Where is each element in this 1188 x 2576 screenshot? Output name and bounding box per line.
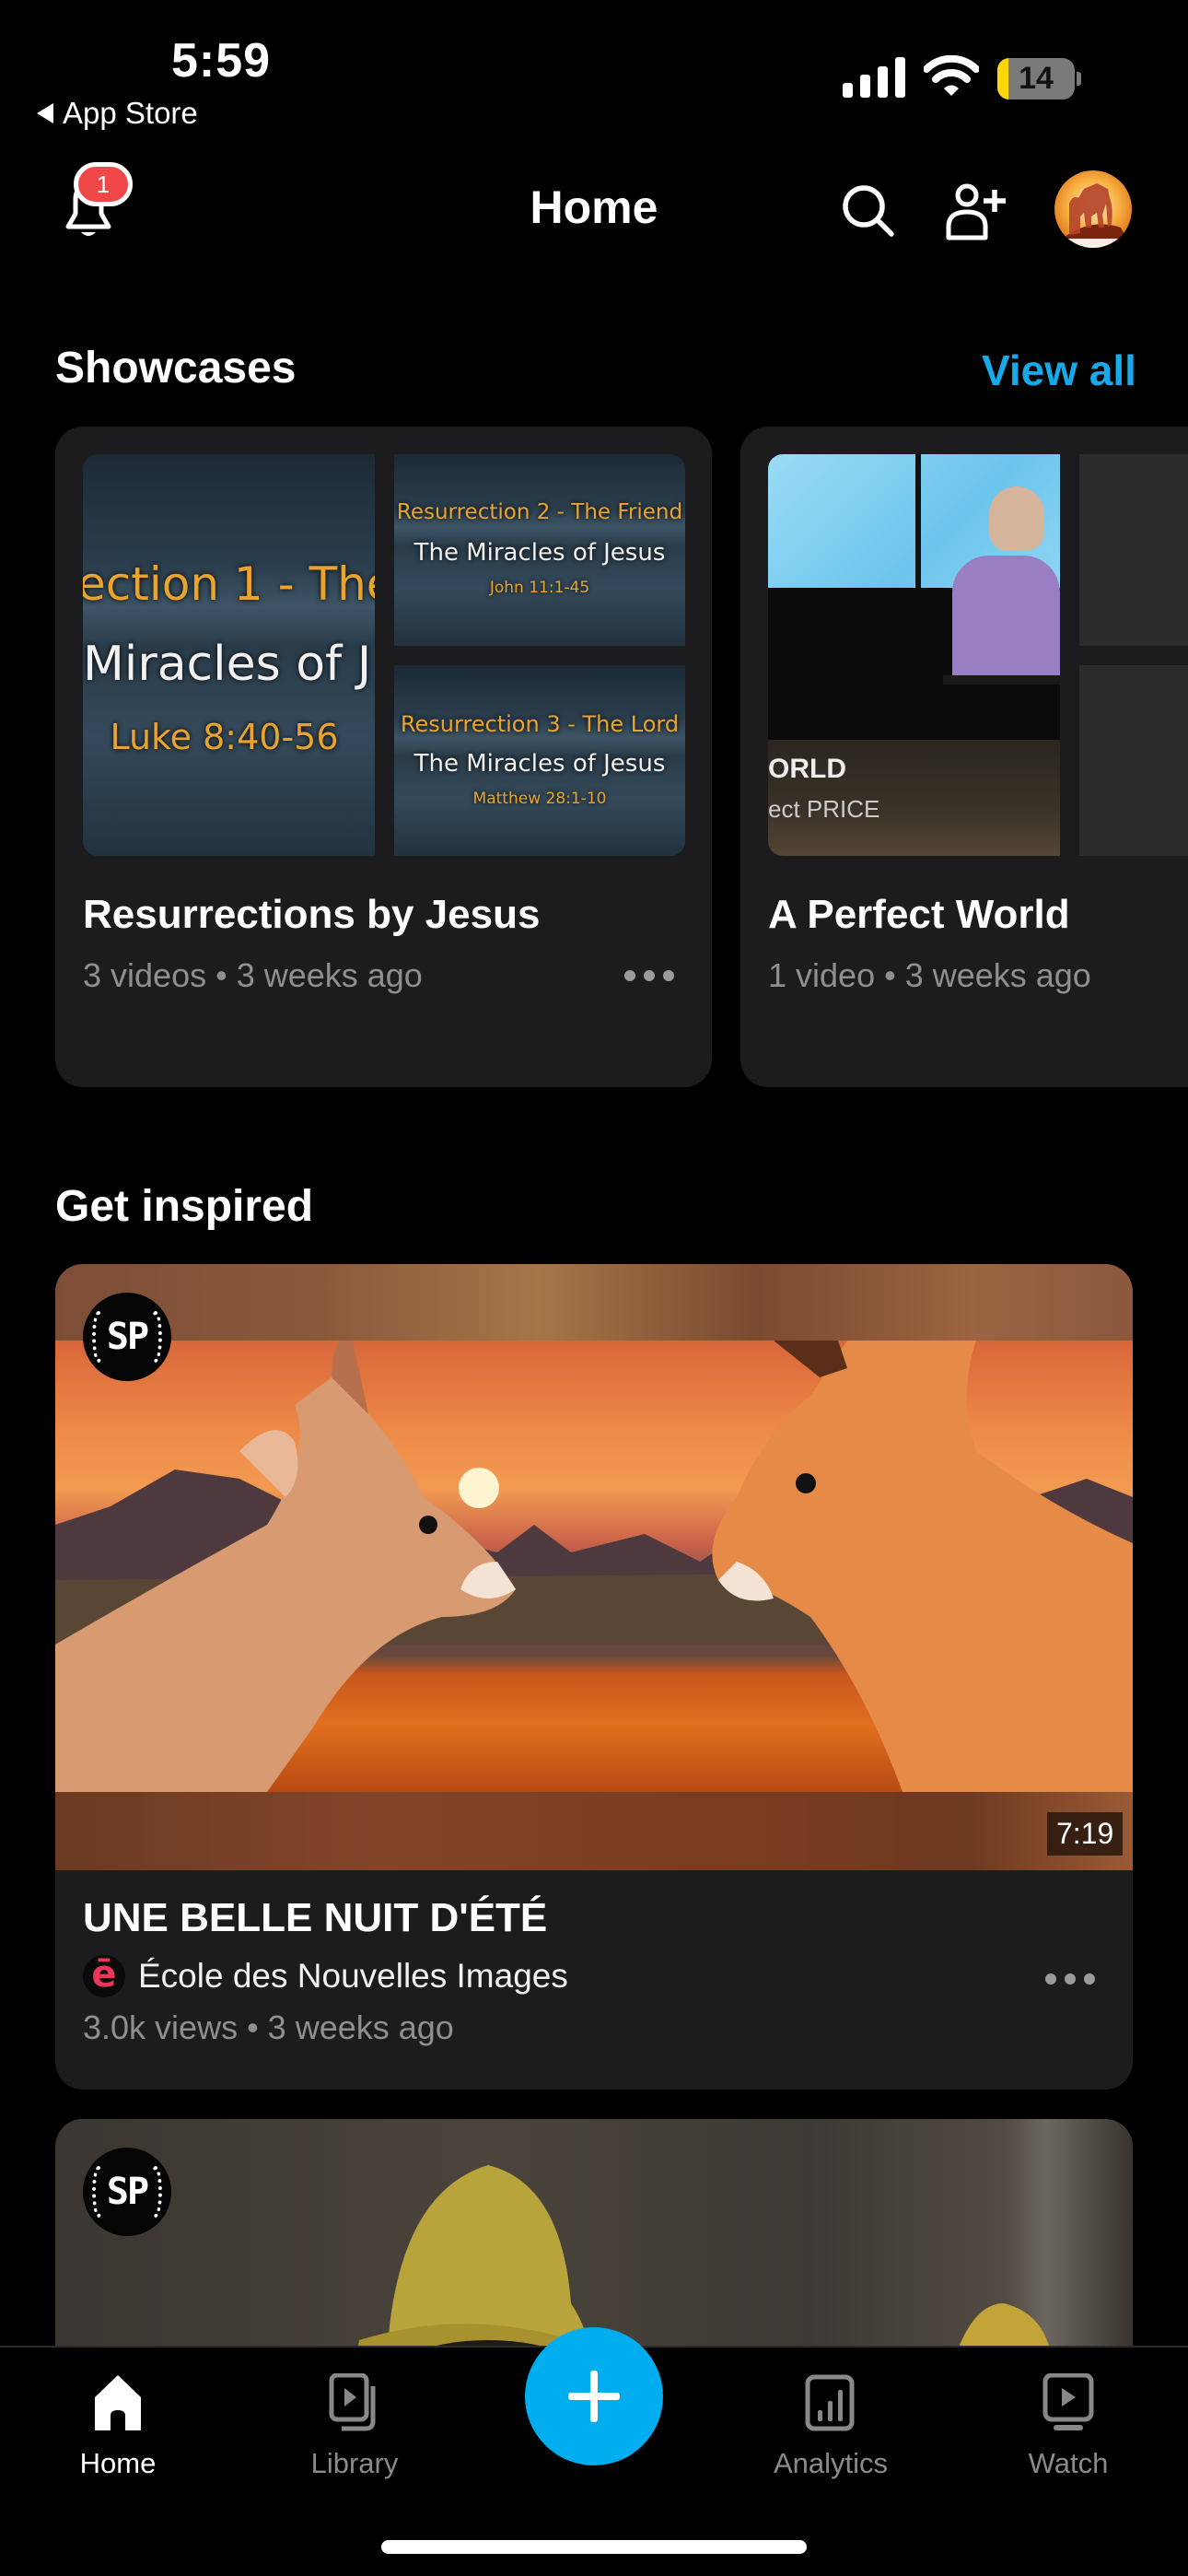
showcase-name: A Perfect World <box>768 892 1070 937</box>
showcase-thumbnail: ection 1 - The Miracles of J Luke 8:40-5… <box>83 454 375 856</box>
section-title-showcases: Showcases <box>55 344 297 392</box>
more-options-icon[interactable] <box>624 970 674 981</box>
video-title: UNE BELLE NUIT D'ÉTÉ <box>83 1895 548 1940</box>
thumb-reference: John 11:1-45 <box>489 579 590 597</box>
thumb-heading: Resurrection 3 - The Lord <box>400 711 680 737</box>
badge-text: SP <box>106 2171 149 2213</box>
channel-logo: ē <box>83 1955 125 1997</box>
tab-label: Analytics <box>773 2447 889 2479</box>
staff-pick-badge: SP <box>83 1293 171 1381</box>
channel-name: École des Nouvelles Images <box>138 1957 568 1995</box>
thumb-heading: ection 1 - The <box>83 557 375 611</box>
add-user-icon[interactable] <box>945 181 1011 241</box>
video-duration: 7:19 <box>1047 1812 1124 1856</box>
staff-pick-badge: SP <box>83 2148 171 2236</box>
showcase-thumbnail: Resurrection 2 - The Friend The Miracles… <box>394 454 685 646</box>
tab-analytics[interactable]: Analytics <box>739 2348 923 2504</box>
tab-watch[interactable]: Watch <box>976 2348 1160 2504</box>
thumb-reference: Luke 8:40-56 <box>110 717 339 757</box>
video-card[interactable]: SP 7:19 UNE BELLE NUIT D'ÉTÉ ē École des… <box>55 1264 1133 2090</box>
home-indicator[interactable] <box>381 2540 807 2554</box>
video-thumbnail <box>55 1341 1133 1792</box>
thumbnail-placeholder <box>1079 454 1188 646</box>
watch-icon <box>1042 2373 1094 2430</box>
back-triangle-icon <box>37 103 53 123</box>
wifi-icon <box>924 55 979 96</box>
back-app-label: App Store <box>63 96 198 130</box>
battery-icon: 14 <box>997 58 1081 100</box>
home-icon <box>95 2375 141 2430</box>
back-to-app-store[interactable]: App Store <box>37 96 198 131</box>
showcase-card[interactable]: ection 1 - The Miracles of J Luke 8:40-5… <box>55 427 712 1087</box>
thumb-subtitle: The Miracles of Jesus <box>413 750 666 778</box>
showcase-thumbnail: ORLD ect PRICE <box>768 454 1060 856</box>
tab-library[interactable]: Library <box>262 2348 447 2504</box>
signal-icon <box>843 57 905 98</box>
showcase-meta: 3 videos • 3 weeks ago <box>83 956 423 994</box>
create-button[interactable] <box>525 2327 663 2465</box>
video-meta: 3.0k views • 3 weeks ago <box>83 2008 454 2046</box>
thumb-heading: ORLD <box>768 754 846 784</box>
battery-level: 14 <box>1019 61 1054 96</box>
thumbnail-placeholder <box>1079 665 1188 856</box>
showcase-meta: 1 video • 3 weeks ago <box>768 956 1091 994</box>
tab-label: Watch <box>1028 2447 1109 2479</box>
search-icon[interactable] <box>838 181 899 241</box>
showcase-name: Resurrections by Jesus <box>83 892 541 937</box>
tab-label: Home <box>79 2447 157 2479</box>
thumb-subtitle: ect PRICE <box>768 795 880 823</box>
channel-row[interactable]: ē École des Nouvelles Images <box>83 1955 568 1997</box>
showcase-thumbnail: Resurrection 3 - The Lord The Miracles o… <box>394 665 685 856</box>
tab-label: Library <box>310 2447 399 2479</box>
thumb-reference: Matthew 28:1-10 <box>472 790 607 808</box>
badge-text: SP <box>106 1316 149 1358</box>
more-options-icon[interactable] <box>1045 1973 1095 1985</box>
view-all-link[interactable]: View all <box>982 345 1136 395</box>
showcase-card[interactable]: ORLD ect PRICE A Perfect World 1 video •… <box>740 427 1188 1087</box>
library-icon <box>329 2373 376 2431</box>
status-time: 5:59 <box>171 34 272 88</box>
tab-home[interactable]: Home <box>26 2348 210 2504</box>
thumb-subtitle: Miracles of J <box>83 637 372 692</box>
avatar[interactable] <box>1054 170 1132 248</box>
thumb-heading: Resurrection 2 - The Friend <box>396 500 683 524</box>
section-title-get-inspired: Get inspired <box>55 1182 314 1231</box>
thumb-subtitle: The Miracles of Jesus <box>413 539 666 567</box>
analytics-icon <box>805 2374 855 2431</box>
